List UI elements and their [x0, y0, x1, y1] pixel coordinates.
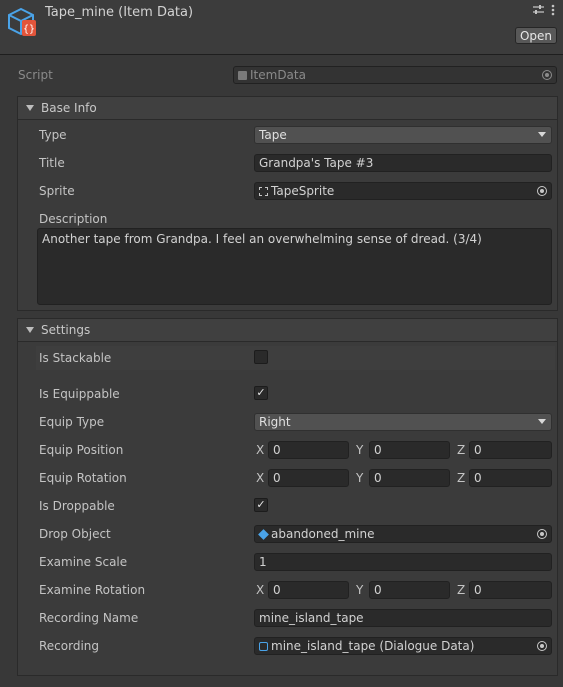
inspector-title: Tape_mine (Item Data)	[45, 5, 194, 20]
equip-position-x[interactable]: 0	[268, 441, 349, 459]
type-dropdown[interactable]: Tape	[254, 126, 552, 144]
x-axis-label: X	[256, 583, 265, 597]
recording-label: Recording	[39, 639, 100, 653]
base-info-foldout[interactable]: Base Info	[17, 96, 558, 120]
equip-position-z[interactable]: 0	[469, 441, 552, 459]
scriptable-object-icon: {}	[6, 6, 38, 38]
scriptable-object-icon	[259, 642, 268, 651]
equip-rotation-label: Equip Rotation	[39, 471, 127, 485]
script-file-icon	[238, 71, 247, 80]
z-axis-label: Z	[457, 471, 466, 485]
inspector-header: {} Tape_mine (Item Data) Open	[0, 0, 563, 55]
drop-object-label: Drop Object	[39, 527, 111, 541]
equip-position-y[interactable]: 0	[369, 441, 450, 459]
equip-position-label: Equip Position	[39, 443, 124, 457]
recording-field[interactable]: mine_island_tape (Dialogue Data)	[254, 637, 552, 655]
examine-scale-input[interactable]: 1	[254, 553, 552, 571]
checkmark-icon: ✓	[256, 386, 266, 399]
drop-object-value: abandoned_mine	[271, 527, 375, 541]
description-label: Description	[39, 212, 108, 226]
z-axis-label: Z	[457, 443, 466, 457]
recording-name-label: Recording Name	[39, 611, 139, 625]
object-picker-icon[interactable]	[537, 529, 547, 539]
is-stackable-row	[36, 346, 555, 370]
foldout-arrow-icon	[26, 105, 34, 111]
prefab-icon	[258, 529, 269, 540]
open-button[interactable]: Open	[515, 27, 557, 44]
settings-foldout[interactable]: Settings	[17, 318, 558, 342]
equip-type-label: Equip Type	[39, 415, 105, 429]
examine-rotation-x[interactable]: 0	[268, 581, 349, 599]
object-picker-icon	[542, 70, 552, 80]
equip-rotation-z[interactable]: 0	[469, 469, 552, 487]
sprite-field[interactable]: TapeSprite	[254, 182, 552, 200]
svg-text:{}: {}	[23, 24, 35, 35]
sprite-label: Sprite	[39, 184, 75, 198]
object-picker-icon[interactable]	[537, 641, 547, 651]
foldout-arrow-icon	[26, 327, 34, 333]
script-field: ItemData	[233, 66, 557, 84]
examine-rotation-z[interactable]: 0	[469, 581, 552, 599]
is-stackable-checkbox[interactable]	[254, 350, 268, 364]
equip-type-value: Right	[259, 415, 291, 429]
is-equippable-label: Is Equippable	[39, 387, 120, 401]
drop-object-field[interactable]: abandoned_mine	[254, 525, 552, 543]
examine-rotation-y[interactable]: 0	[369, 581, 450, 599]
title-label: Title	[39, 156, 65, 170]
y-axis-label: Y	[356, 443, 364, 457]
base-info-title: Base Info	[41, 101, 97, 115]
settings-sliders-icon[interactable]	[533, 4, 544, 19]
y-axis-label: Y	[356, 583, 364, 597]
z-axis-label: Z	[457, 583, 466, 597]
equip-type-dropdown[interactable]: Right	[254, 413, 552, 431]
is-stackable-label: Is Stackable	[39, 351, 112, 365]
object-picker-icon[interactable]	[537, 186, 547, 196]
recording-value: mine_island_tape (Dialogue Data)	[271, 639, 475, 653]
description-textarea[interactable]: Another tape from Grandpa. I feel an ove…	[37, 228, 552, 305]
checkmark-icon: ✓	[256, 498, 266, 511]
script-label: Script	[18, 68, 53, 82]
sprite-icon	[259, 187, 268, 196]
equip-rotation-y[interactable]: 0	[369, 469, 450, 487]
type-label: Type	[39, 128, 67, 142]
y-axis-label: Y	[356, 471, 364, 485]
title-input[interactable]: Grandpa's Tape #3	[254, 154, 552, 172]
x-axis-label: X	[256, 471, 265, 485]
examine-rotation-label: Examine Rotation	[39, 583, 146, 597]
is-equippable-checkbox[interactable]: ✓	[254, 386, 268, 400]
recording-name-input[interactable]: mine_island_tape	[254, 609, 552, 627]
x-axis-label: X	[256, 443, 265, 457]
is-droppable-label: Is Droppable	[39, 499, 115, 513]
is-droppable-checkbox[interactable]: ✓	[254, 498, 268, 512]
chevron-down-icon	[538, 132, 546, 137]
settings-title: Settings	[41, 323, 91, 337]
equip-rotation-x[interactable]: 0	[268, 469, 349, 487]
more-menu-icon[interactable]	[551, 4, 555, 20]
type-value: Tape	[259, 128, 287, 142]
script-value: ItemData	[250, 68, 306, 82]
examine-scale-label: Examine Scale	[39, 555, 128, 569]
sprite-value: TapeSprite	[271, 184, 335, 198]
chevron-down-icon	[538, 419, 546, 424]
